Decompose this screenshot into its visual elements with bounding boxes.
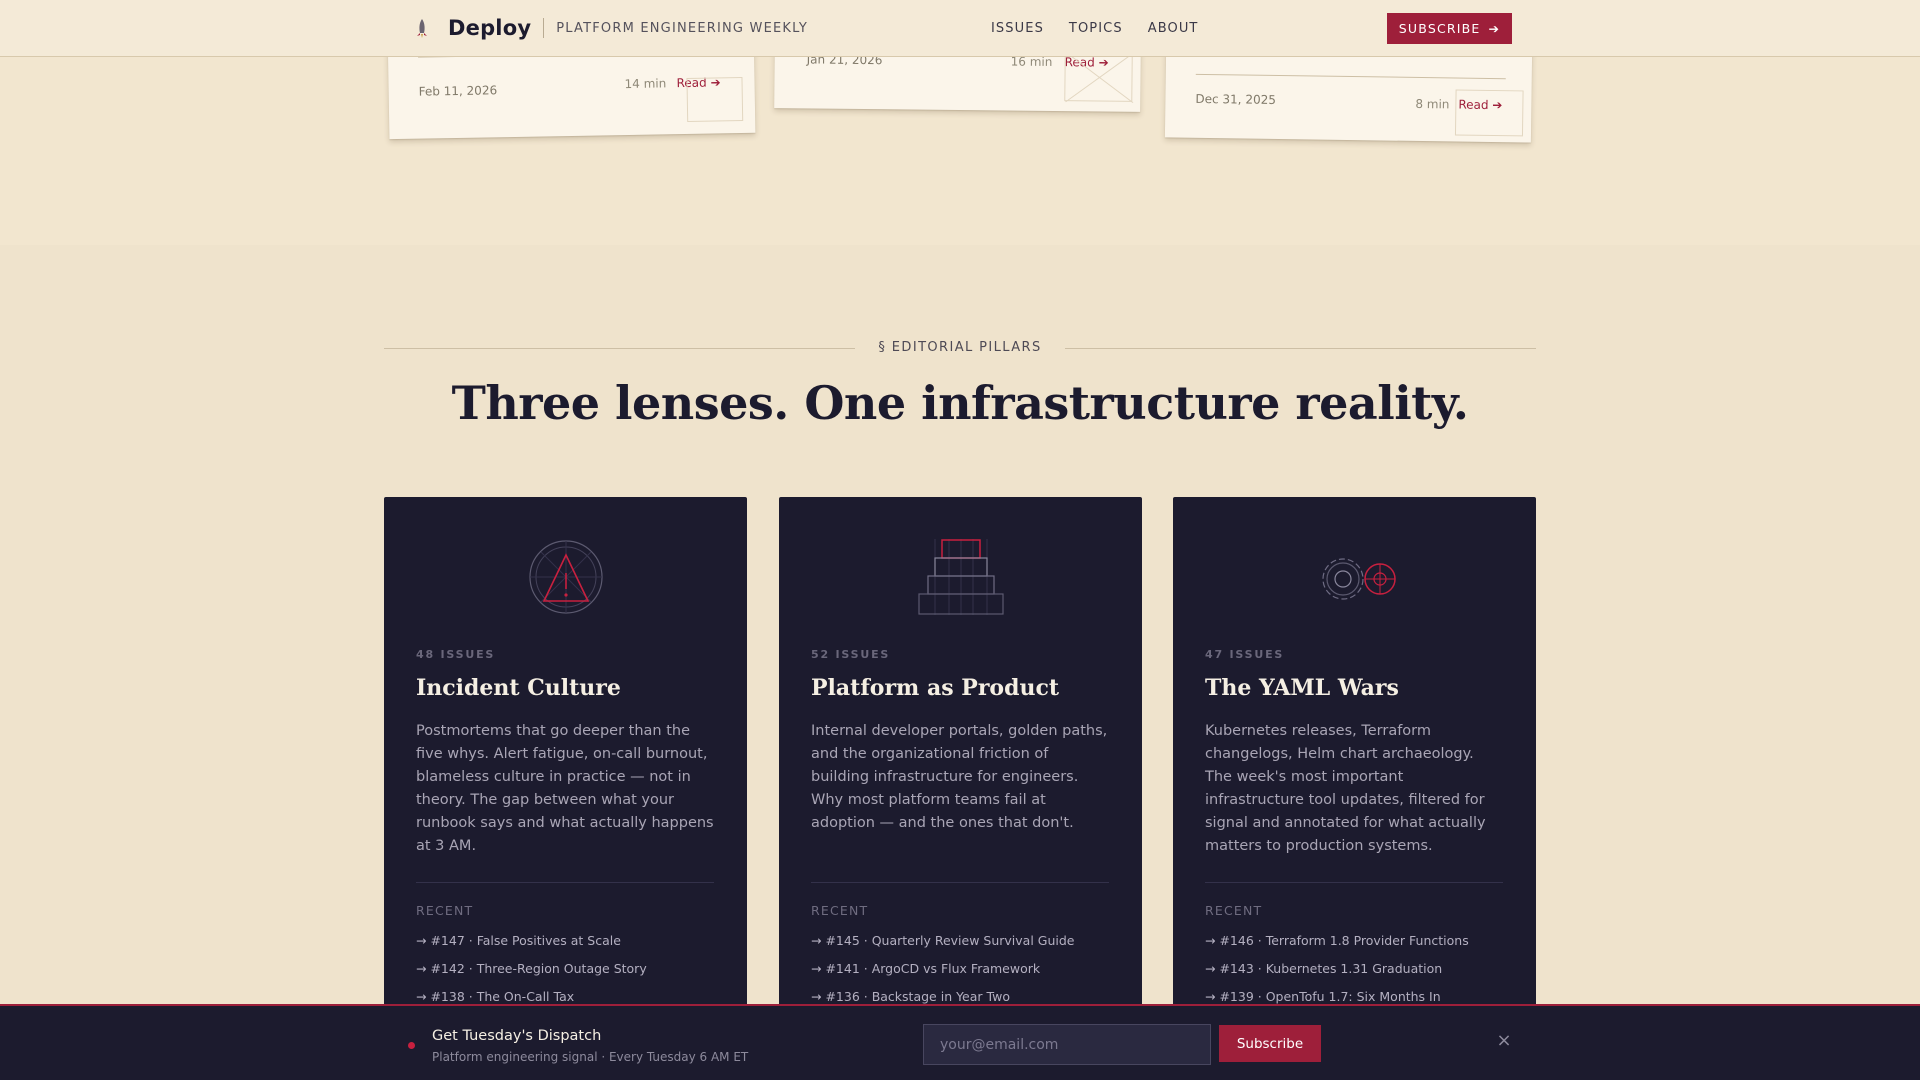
alert-triangle-icon [528,540,603,614]
recent-issue-link[interactable]: → #138 · The On-Call Tax [416,989,574,1004]
pillar-card-platform-as-product[interactable]: 52 ISSUES Platform as Product Internal d… [779,497,1142,1017]
pillar-issue-count: 52 ISSUES [811,648,891,661]
nav-topics[interactable]: TOPICS [1069,21,1123,36]
recent-issue-link[interactable]: → #142 · Three-Region Outage Story [416,961,647,976]
pillar-title[interactable]: Platform as Product [811,675,1059,701]
layered-stack-icon [917,539,1004,615]
placeholder-image-icon [1064,51,1135,104]
recent-issue-link[interactable]: → #143 · Kubernetes 1.31 Graduation [1205,961,1442,976]
email-input[interactable] [923,1024,1211,1065]
section-eyebrow: § EDITORIAL PILLARS [878,340,1042,355]
subscribe-label: SUBSCRIBE [1398,21,1481,36]
gears-icon [1321,558,1396,600]
pillar-divider [1205,882,1503,883]
brand-tagline: PLATFORM ENGINEERING WEEKLY [556,20,808,36]
issue-thumbnail [686,77,744,122]
recent-label: RECENT [416,903,474,918]
recent-issue-link[interactable]: → #139 · OpenTofu 1.7: Six Months In [1205,989,1441,1004]
brand-logo[interactable]: Deploy [448,16,531,40]
rocket-icon [417,19,427,38]
dispatch-subscribe-bar: Get Tuesday's Dispatch Platform engineer… [0,1004,1920,1080]
nav-about[interactable]: ABOUT [1148,21,1199,36]
section-title: Three lenses. One infrastructure reality… [451,376,1469,430]
main-nav: ISSUES TOPICS ABOUT [991,0,1198,56]
issue-read-time: 14 min [624,76,667,92]
pillar-divider [416,882,714,883]
issue-thumbnail [1454,89,1524,137]
pillar-description: Kubernetes releases, Terraform changelog… [1205,723,1486,854]
pillar-divider [811,882,1109,883]
header-subscribe-button[interactable]: SUBSCRIBE ➔ [1387,13,1512,44]
close-icon[interactable]: × [1493,1030,1515,1052]
pillar-title[interactable]: Incident Culture [416,675,621,701]
recent-issue-link[interactable]: → #146 · Terraform 1.8 Provider Function… [1205,933,1469,948]
nav-issues[interactable]: ISSUES [991,21,1044,36]
dispatch-subscribe-button[interactable]: Subscribe [1219,1025,1321,1062]
pillar-issue-count: 47 ISSUES [1205,648,1285,661]
pillar-description: Internal developer portals, golden paths… [811,723,1108,831]
issue-thumbnail [1064,51,1135,104]
dispatch-title: Get Tuesday's Dispatch [432,1028,602,1044]
issue-date: Feb 11, 2026 [418,83,498,99]
site-header: Deploy PLATFORM ENGINEERING WEEKLY ISSUE… [0,0,1920,57]
pillar-card-yaml-wars[interactable]: 47 ISSUES The YAML Wars Kubernetes relea… [1173,497,1536,1017]
pillar-issue-count: 48 ISSUES [416,648,496,661]
recent-issue-link[interactable]: → #136 · Backstage in Year Two [811,989,1010,1004]
recent-label: RECENT [811,903,869,918]
recent-issue-link[interactable]: → #145 · Quarterly Review Survival Guide [811,933,1074,948]
issue-read-time: 8 min [1415,96,1450,112]
pillar-title[interactable]: The YAML Wars [1205,675,1399,701]
recent-issue-link[interactable]: → #141 · ArgoCD vs Flux Framework [811,961,1040,976]
live-dot-icon [408,1042,415,1049]
issue-date: Dec 31, 2025 [1195,91,1277,107]
dispatch-subtitle: Platform engineering signal · Every Tues… [432,1050,749,1064]
pillar-card-incident-culture[interactable]: 48 ISSUES Incident Culture Postmortems t… [384,497,747,1017]
pillar-description: Postmortems that go deeper than the five… [416,723,714,854]
arrow-right-icon: ➔ [1488,21,1501,36]
recent-issue-link[interactable]: → #147 · False Positives at Scale [416,933,621,948]
recent-label: RECENT [1205,903,1263,918]
brand-divider [543,18,545,38]
